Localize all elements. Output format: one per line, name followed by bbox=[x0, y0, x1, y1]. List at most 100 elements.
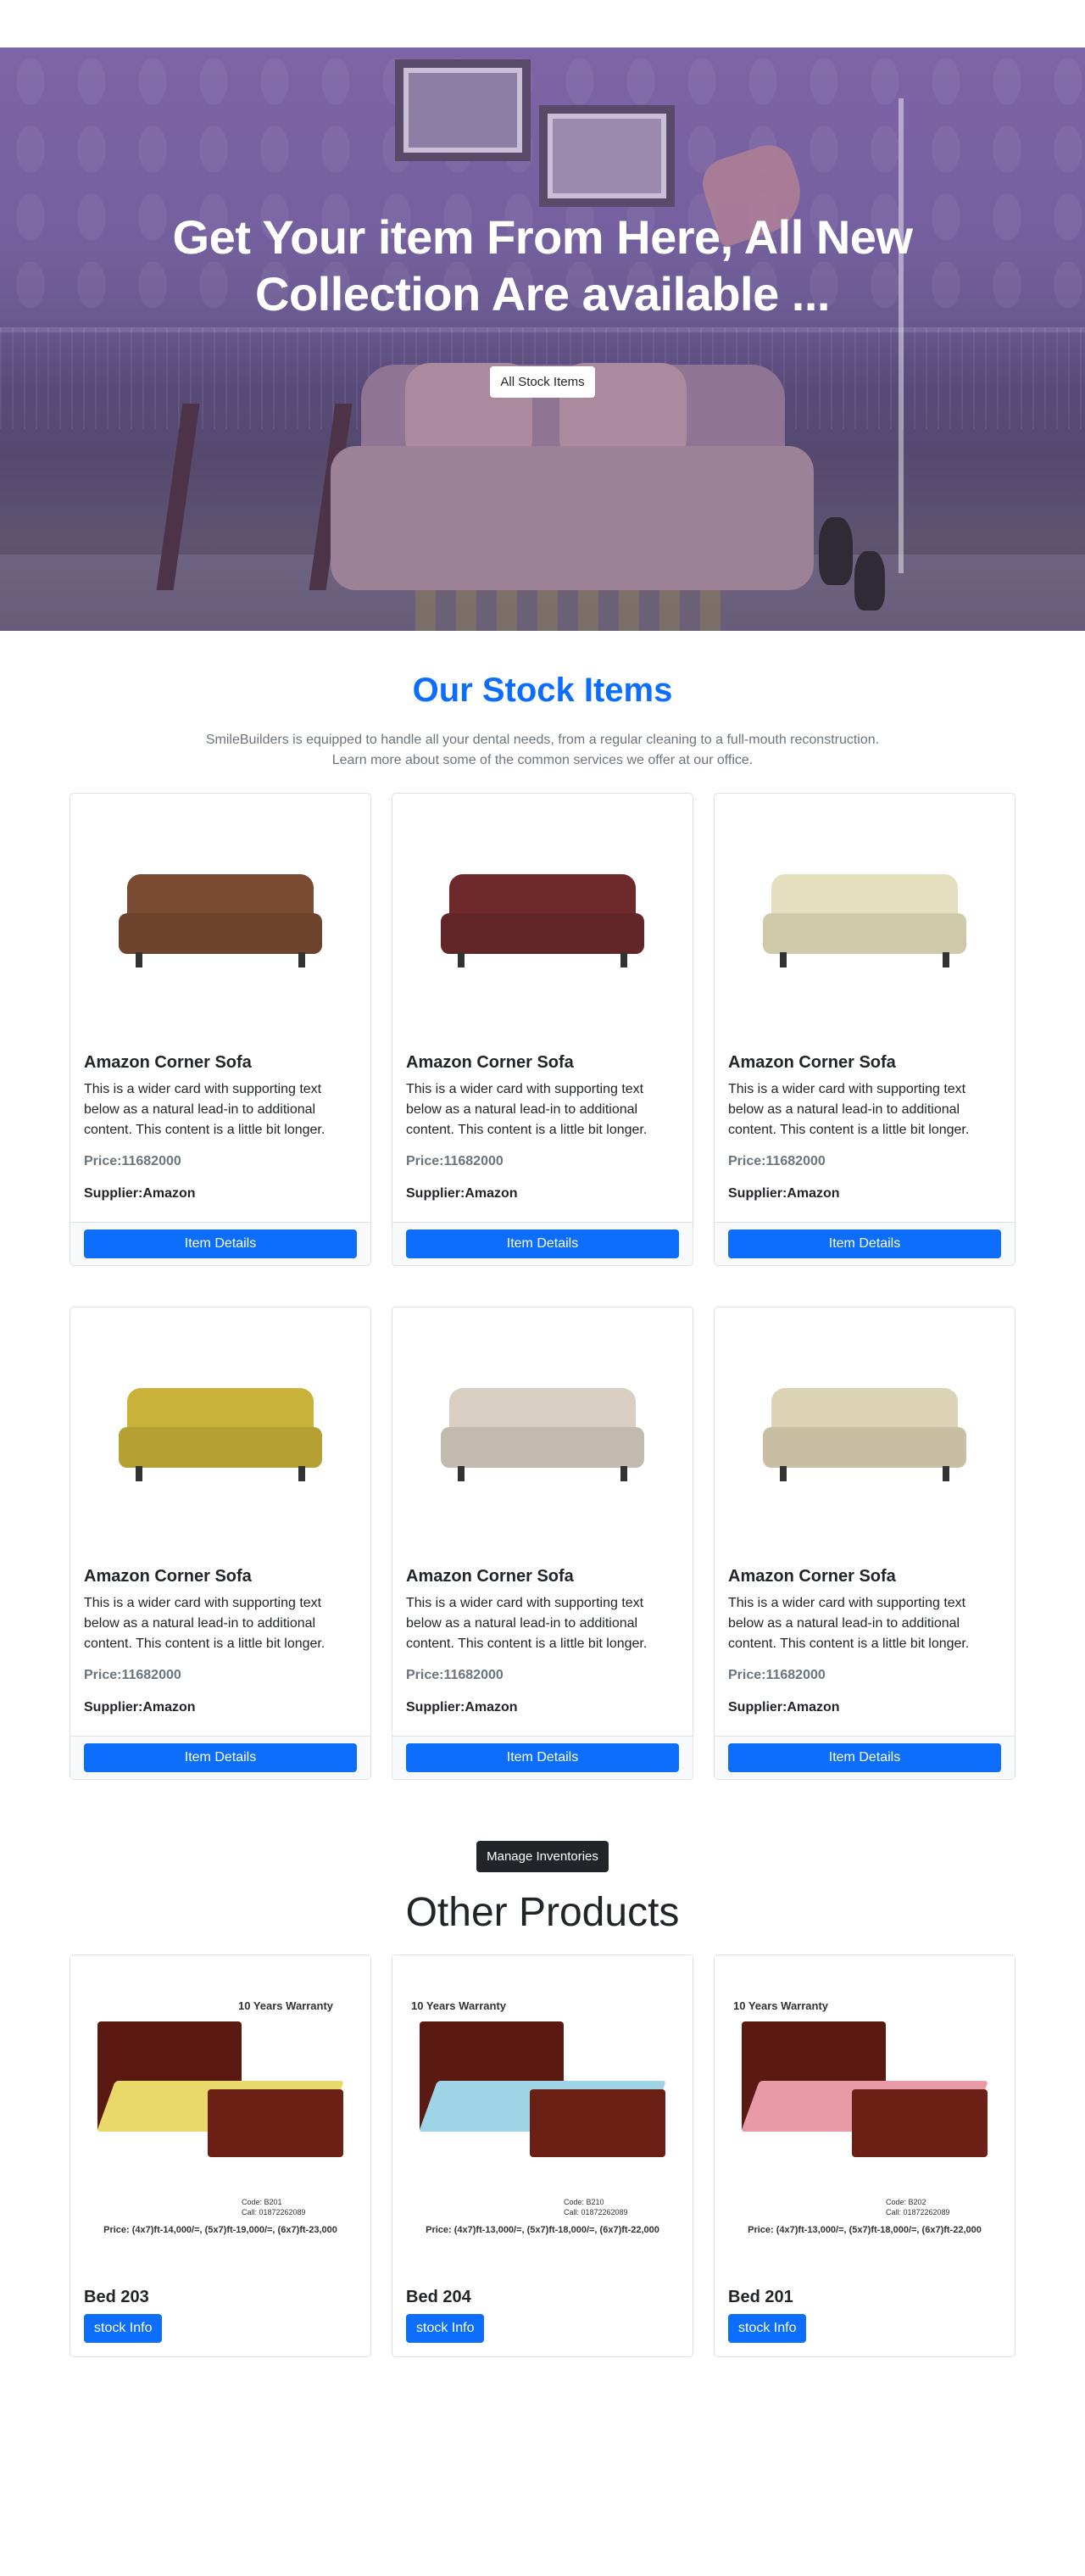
price-text: Price:11682000 bbox=[728, 1154, 826, 1168]
supplier-text: Supplier:Amazon bbox=[728, 1700, 840, 1715]
supplier-text: Supplier:Amazon bbox=[406, 1186, 518, 1201]
stock-item-card: Amazon Corner Sofa This is a wider card w… bbox=[392, 793, 693, 1266]
bed-image: 10 Years Warranty Code: B201 Call: 018722… bbox=[70, 1955, 370, 2274]
other-product-card: 10 Years Warranty Code: B201 Call: 018722… bbox=[70, 1954, 371, 2357]
item-details-button[interactable]: Item Details bbox=[406, 1743, 679, 1772]
supplier-text: Supplier:Amazon bbox=[728, 1186, 840, 1201]
warranty-text: 10 Years Warranty bbox=[238, 1999, 334, 2012]
other-products-title: Other Products bbox=[405, 1890, 680, 1935]
hero-chair bbox=[156, 404, 353, 590]
manage-inventories-button[interactable]: Manage Inventories bbox=[476, 1841, 609, 1872]
sofa-seat-shape bbox=[441, 1427, 644, 1468]
card-text: This is a wider card with supporting tex… bbox=[406, 1082, 648, 1137]
sofa-leg-shape bbox=[298, 952, 305, 967]
bed-footboard-shape bbox=[208, 2089, 343, 2157]
card-title: Amazon Corner Sofa bbox=[84, 1053, 252, 1072]
supplier-text: Supplier:Amazon bbox=[406, 1700, 518, 1715]
product-image bbox=[70, 794, 370, 1040]
sofa-seat-shape bbox=[119, 1427, 322, 1468]
hero-sofa-seat bbox=[331, 446, 814, 590]
hero-vase bbox=[819, 517, 853, 585]
sofa-illustration bbox=[110, 857, 331, 976]
bed-codes-text: Code: B201 Call: 01872262089 bbox=[242, 2198, 306, 2216]
product-image bbox=[715, 794, 1015, 1040]
bed-codes-text: Code: B210 Call: 01872262089 bbox=[564, 2198, 628, 2216]
card-body: Bed 204 stock Info bbox=[392, 2274, 693, 2356]
sofa-illustration bbox=[432, 1371, 653, 1490]
card-title: Amazon Corner Sofa bbox=[84, 1567, 252, 1586]
card-title: Amazon Corner Sofa bbox=[728, 1567, 896, 1586]
stock-info-button[interactable]: stock Info bbox=[84, 2314, 163, 2343]
bed-image: 10 Years Warranty Code: B210 Call: 018722… bbox=[392, 1955, 693, 2274]
sofa-leg-shape bbox=[780, 952, 787, 967]
price-text: Price:11682000 bbox=[84, 1668, 181, 1682]
card-text: This is a wider card with supporting tex… bbox=[728, 1082, 970, 1137]
hero-rug bbox=[415, 590, 721, 631]
item-details-button[interactable]: Item Details bbox=[406, 1229, 679, 1258]
price-text: Price:11682000 bbox=[84, 1154, 181, 1168]
stock-item-card: Amazon Corner Sofa This is a wider card w… bbox=[714, 1307, 1015, 1780]
card-text: This is a wider card with supporting tex… bbox=[84, 1596, 326, 1651]
hero-content: Get Your item From Here, All New Collect… bbox=[0, 209, 1085, 399]
product-image bbox=[715, 1308, 1015, 1553]
stock-info-button[interactable]: stock Info bbox=[728, 2314, 807, 2343]
hero-picture-frame bbox=[539, 105, 675, 207]
bed-price-strip: Price: (4x7)ft-13,000/=, (5x7)ft-18,000/… bbox=[426, 2225, 659, 2235]
card-body: Amazon Corner Sofa This is a wider card w… bbox=[392, 1553, 693, 1736]
bed-price-strip: Price: (4x7)ft-13,000/=, (5x7)ft-18,000/… bbox=[748, 2225, 982, 2235]
sofa-illustration bbox=[110, 1371, 331, 1490]
sofa-leg-shape bbox=[620, 952, 627, 967]
warranty-text: 10 Years Warranty bbox=[733, 1999, 829, 2012]
item-details-button[interactable]: Item Details bbox=[84, 1743, 357, 1772]
sofa-leg-shape bbox=[298, 1466, 305, 1481]
card-title: Amazon Corner Sofa bbox=[406, 1567, 574, 1586]
card-footer: Item Details bbox=[70, 1222, 370, 1265]
sofa-leg-shape bbox=[780, 1466, 787, 1481]
description-line: Learn more about some of the common serv… bbox=[331, 753, 754, 767]
all-stock-items-button[interactable]: All Stock Items bbox=[490, 366, 595, 399]
card-footer: Item Details bbox=[392, 1222, 693, 1265]
product-image bbox=[70, 1308, 370, 1553]
card-footer: Item Details bbox=[70, 1736, 370, 1779]
card-body: Bed 203 stock Info bbox=[70, 2274, 370, 2356]
sofa-leg-shape bbox=[458, 952, 465, 967]
hero-picture-frame bbox=[395, 59, 531, 161]
other-product-card: 10 Years Warranty Code: B210 Call: 018722… bbox=[392, 1954, 693, 2357]
item-details-button[interactable]: Item Details bbox=[728, 1229, 1001, 1258]
card-body: Amazon Corner Sofa This is a wider card w… bbox=[392, 1040, 693, 1222]
card-text: This is a wider card with supporting tex… bbox=[728, 1596, 970, 1651]
card-body: Amazon Corner Sofa This is a wider card w… bbox=[715, 1553, 1015, 1736]
card-text: This is a wider card with supporting tex… bbox=[406, 1596, 648, 1651]
sofa-illustration bbox=[754, 1371, 975, 1490]
stock-item-card: Amazon Corner Sofa This is a wider card w… bbox=[70, 793, 371, 1266]
bed-footboard-shape bbox=[852, 2089, 988, 2157]
card-footer: Item Details bbox=[715, 1222, 1015, 1265]
bed-price-strip: Price: (4x7)ft-14,000/=, (5x7)ft-19,000/… bbox=[103, 2225, 337, 2235]
card-title: Bed 203 bbox=[84, 2288, 149, 2306]
item-details-button[interactable]: Item Details bbox=[728, 1743, 1001, 1772]
card-footer: Item Details bbox=[392, 1736, 693, 1779]
stock-item-card: Amazon Corner Sofa This is a wider card w… bbox=[714, 793, 1015, 1266]
sofa-leg-shape bbox=[943, 952, 949, 967]
other-products-grid: 10 Years Warranty Code: B201 Call: 018722… bbox=[70, 1954, 1015, 2357]
bed-illustration: 10 Years Warranty Code: B201 Call: 018722… bbox=[81, 1988, 360, 2242]
product-image bbox=[392, 1308, 693, 1553]
card-title: Amazon Corner Sofa bbox=[406, 1053, 574, 1072]
card-body: Amazon Corner Sofa This is a wider card w… bbox=[715, 1040, 1015, 1222]
sofa-illustration bbox=[432, 857, 653, 976]
price-text: Price:11682000 bbox=[406, 1668, 504, 1682]
card-title: Bed 204 bbox=[406, 2288, 471, 2306]
bed-image: 10 Years Warranty Code: B202 Call: 018722… bbox=[715, 1955, 1015, 2274]
card-body: Amazon Corner Sofa This is a wider card w… bbox=[70, 1553, 370, 1736]
sofa-leg-shape bbox=[943, 1466, 949, 1481]
hero-vase bbox=[854, 551, 885, 611]
stock-grid: Amazon Corner Sofa This is a wider card w… bbox=[70, 793, 1015, 1266]
description-line: SmileBuilders is equipped to handle all … bbox=[205, 733, 880, 747]
sofa-leg-shape bbox=[136, 952, 142, 967]
item-details-button[interactable]: Item Details bbox=[84, 1229, 357, 1258]
sofa-seat-shape bbox=[441, 913, 644, 954]
stock-section-title: Our Stock Items bbox=[412, 672, 673, 709]
card-body: Amazon Corner Sofa This is a wider card w… bbox=[70, 1040, 370, 1222]
sofa-leg-shape bbox=[458, 1466, 465, 1481]
stock-info-button[interactable]: stock Info bbox=[406, 2314, 485, 2343]
